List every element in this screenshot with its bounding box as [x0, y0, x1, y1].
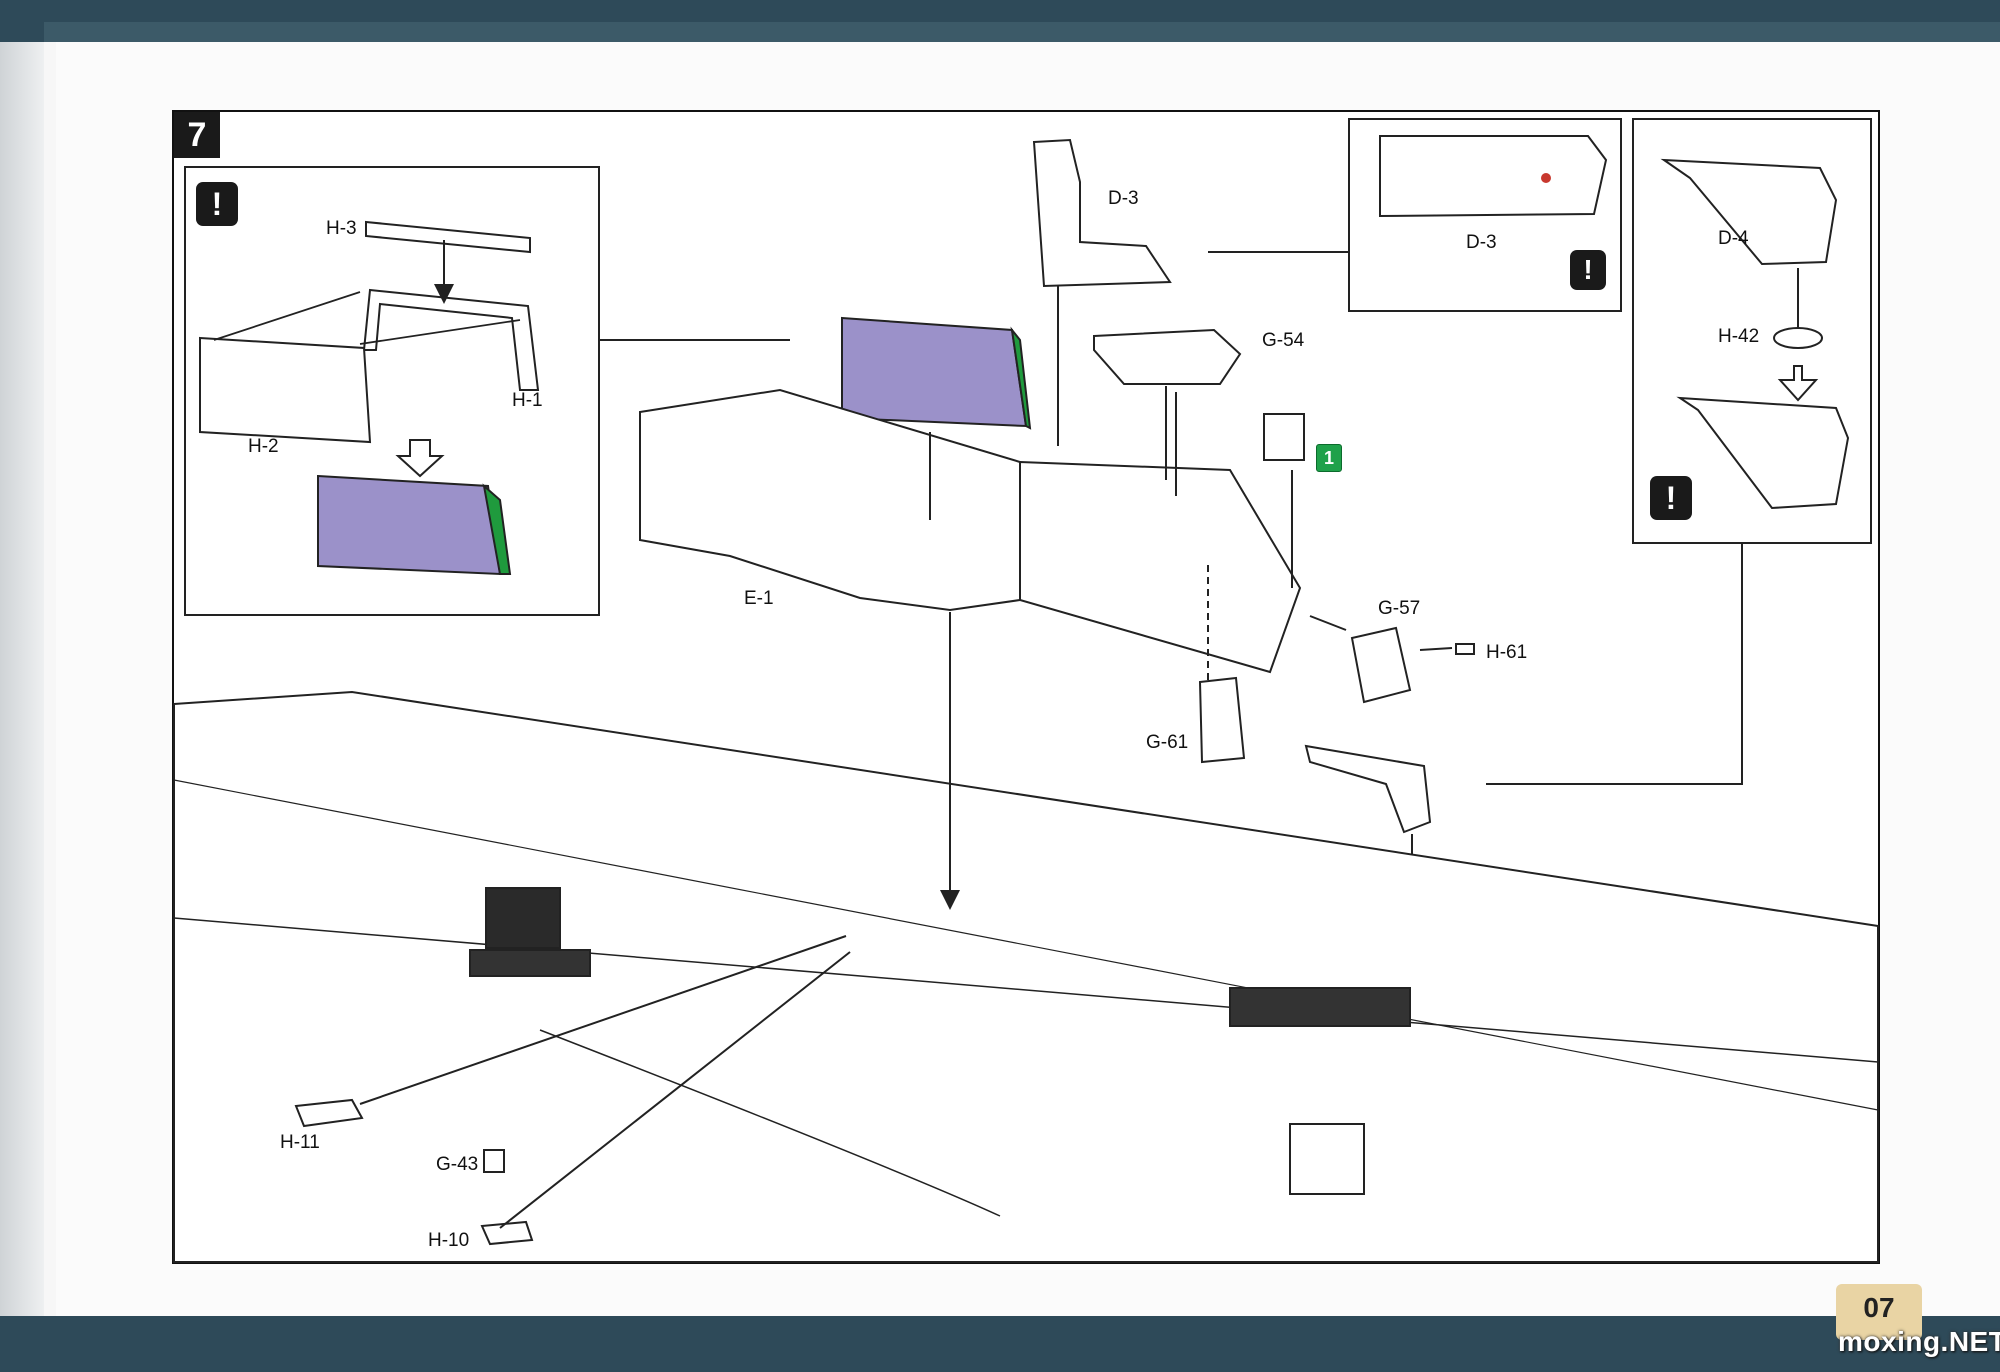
part-h3-drawing: [365, 220, 531, 254]
watermark: moxing.NET: [1838, 1326, 2000, 1357]
label-inset-d3: D-3: [1466, 232, 1497, 253]
label-h1: H-1: [512, 390, 543, 411]
part-h2-drawing: [199, 336, 372, 444]
label-h2: H-2: [248, 436, 279, 457]
label-h42: H-42: [1718, 326, 1760, 347]
plate-g57-drawing: [1350, 626, 1412, 704]
label-g43: G-43: [436, 1154, 479, 1175]
part-h10-drawing: [480, 1220, 534, 1246]
assembled-panel-drawing: [317, 474, 502, 576]
label-h10: H-10: [428, 1230, 470, 1251]
label-h11: H-11: [280, 1132, 320, 1153]
part-g43-drawing: [483, 1149, 505, 1173]
label-e1: E-1: [744, 588, 774, 609]
deck-g54-drawing: [1093, 328, 1242, 385]
label-g61: G-61: [1146, 732, 1189, 753]
label-g54: G-54: [1262, 330, 1305, 351]
purple-panel: [841, 316, 1028, 428]
hull-main-drawing: [173, 690, 1879, 1263]
label-d4: D-4: [1718, 228, 1749, 249]
badge-step-1: 1: [1316, 444, 1342, 472]
plate-g61-drawing: [1198, 676, 1246, 764]
bottom-bar: [0, 1316, 2000, 1372]
label-h61: H-61: [1486, 642, 1528, 663]
crane-d4-drawing: [1660, 158, 1838, 266]
label-h3: H-3: [326, 218, 357, 239]
label-g57: G-57: [1378, 598, 1421, 619]
assembly-drawing: [173, 135, 1879, 1263]
label-d3: D-3: [1108, 188, 1139, 209]
tower-d3-drawing: [1032, 138, 1172, 288]
